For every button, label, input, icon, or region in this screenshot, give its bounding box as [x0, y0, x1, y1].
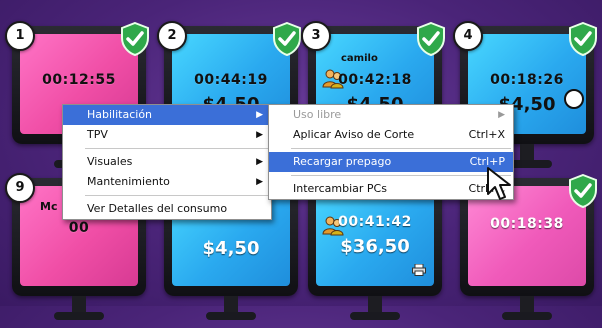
- menu-item-label: Mantenimiento: [87, 175, 170, 188]
- menu-item-tpv[interactable]: TPV ▶: [63, 125, 271, 145]
- menu-separator: [291, 148, 511, 149]
- printer-icon[interactable]: [412, 264, 426, 276]
- menu-item-label: Uso libre: [293, 108, 342, 121]
- menu-separator: [85, 148, 269, 149]
- session-time: 00:18:38: [490, 216, 564, 232]
- monitor-foot: [54, 312, 104, 320]
- station-panel: 00:41:42 $36,50: [316, 186, 434, 286]
- monitor-foot: [206, 312, 256, 320]
- shield-check-icon: [121, 22, 149, 56]
- menu-separator: [85, 195, 269, 196]
- menu-item-label: Visuales: [87, 155, 133, 168]
- monitor-foot: [350, 312, 400, 320]
- session-time: 00:42:18: [338, 72, 412, 88]
- menu-item-ver-detalles[interactable]: Ver Detalles del consumo: [63, 199, 271, 219]
- session-time: 00: [68, 220, 90, 236]
- menu-item-intercambiar-pcs[interactable]: Intercambiar PCs Ctrl+C: [269, 179, 513, 199]
- menu-item-habilitacion[interactable]: Habilitación ▶: [63, 105, 271, 125]
- station-user-name: Mc: [40, 200, 58, 213]
- habilitacion-submenu: Uso libre ▶ Aplicar Aviso de Corte Ctrl+…: [268, 104, 514, 200]
- menu-item-label: Intercambiar PCs: [293, 182, 387, 195]
- station-number-badge: 4: [453, 21, 483, 51]
- session-time: 00:12:55: [42, 72, 116, 88]
- submenu-arrow-icon: ▶: [256, 130, 263, 140]
- clock-icon: [564, 89, 584, 109]
- menu-item-label: TPV: [87, 128, 108, 141]
- menu-item-label: Aplicar Aviso de Corte: [293, 128, 415, 141]
- menu-item-label: Habilitación: [87, 108, 153, 121]
- session-amount: $4,50: [202, 238, 260, 259]
- station-number-badge: 3: [301, 21, 331, 51]
- menu-item-label: Recargar prepago: [293, 155, 392, 168]
- menu-item-recargar-prepago[interactable]: Recargar prepago Ctrl+P: [269, 152, 513, 172]
- context-menu: Habilitación ▶ TPV ▶ Visuales ▶ Mantenim…: [62, 104, 272, 220]
- session-amount: $36,50: [340, 236, 410, 257]
- mouse-cursor-icon: [487, 167, 511, 200]
- menu-item-aplicar-aviso-de-corte[interactable]: Aplicar Aviso de Corte Ctrl+X: [269, 125, 513, 145]
- menu-item-visuales[interactable]: Visuales ▶: [63, 152, 271, 172]
- shield-check-icon: [417, 22, 445, 56]
- submenu-arrow-icon: ▶: [256, 110, 263, 120]
- monitor-foot: [502, 312, 552, 320]
- monitor-neck: [72, 296, 86, 312]
- monitor-neck: [224, 296, 238, 312]
- session-time: 00:44:19: [194, 72, 268, 88]
- monitor-neck: [520, 144, 534, 160]
- submenu-arrow-icon: ▶: [498, 110, 505, 120]
- station-number-badge: 1: [5, 21, 35, 51]
- menu-separator: [291, 175, 511, 176]
- menu-item-shortcut: Ctrl+X: [468, 128, 505, 141]
- submenu-arrow-icon: ▶: [256, 157, 263, 167]
- shield-check-icon: [569, 174, 597, 208]
- session-time: 00:41:42: [338, 214, 412, 230]
- station-number-badge: 2: [157, 21, 187, 51]
- monitor-neck: [368, 296, 382, 312]
- shield-check-icon: [273, 22, 301, 56]
- menu-item-label: Ver Detalles del consumo: [87, 202, 228, 215]
- menu-item-mantenimiento[interactable]: Mantenimiento ▶: [63, 172, 271, 192]
- station-user-name: camilo: [341, 53, 378, 64]
- station-number-badge: 9: [5, 173, 35, 203]
- menu-item-uso-libre[interactable]: Uso libre ▶: [269, 105, 513, 125]
- session-time: 00:18:26: [490, 72, 564, 88]
- monitor-neck: [520, 296, 534, 312]
- shield-check-icon: [569, 22, 597, 56]
- submenu-arrow-icon: ▶: [256, 177, 263, 187]
